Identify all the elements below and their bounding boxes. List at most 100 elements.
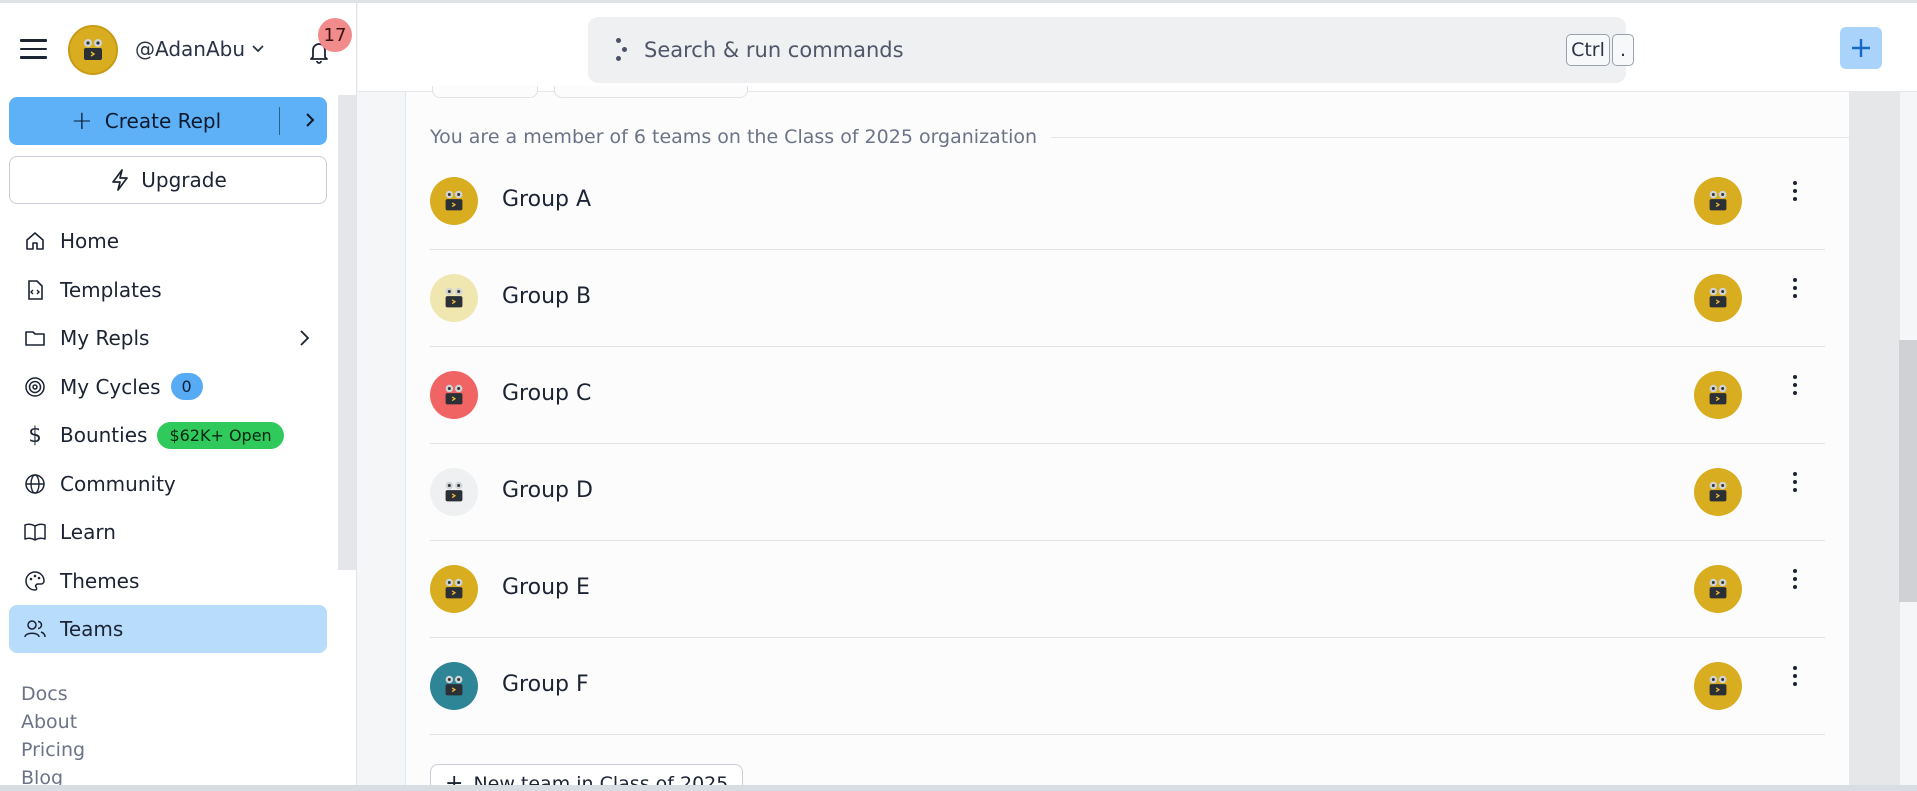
sidebar-item-home[interactable]: Home: [9, 217, 327, 265]
team-name[interactable]: Group E: [502, 575, 590, 600]
member-avatar[interactable]: [1694, 468, 1742, 516]
team-avatar[interactable]: [430, 274, 478, 322]
sidebar-item-teams[interactable]: Teams: [9, 605, 327, 653]
team-avatar[interactable]: [430, 371, 478, 419]
sidebar-item-label: Teams: [60, 617, 124, 641]
create-repl-button[interactable]: + Create Repl: [9, 97, 327, 145]
template-file-icon: [28, 279, 43, 300]
search-bar[interactable]: Search & run commands Ctrl .: [588, 17, 1634, 83]
upgrade-label: Upgrade: [141, 168, 227, 192]
member-avatar[interactable]: [1694, 662, 1742, 710]
robot-avatar-icon: [1709, 190, 1727, 211]
team-avatar[interactable]: [430, 468, 478, 516]
team-name[interactable]: Group F: [502, 672, 589, 697]
about-link[interactable]: About: [21, 708, 85, 736]
chevron-down-icon: [252, 45, 264, 53]
username-dropdown[interactable]: @AdanAbu: [135, 37, 265, 61]
robot-avatar-icon: [1709, 481, 1727, 502]
folder-icon: [25, 331, 45, 346]
search-placeholder: Search & run commands: [644, 38, 904, 62]
membership-summary: You are a member of 6 teams on the Class…: [430, 126, 1854, 148]
lightning-icon: [112, 169, 129, 191]
filter-chip[interactable]: [432, 86, 538, 98]
ctrl-key-hint: Ctrl: [1566, 34, 1610, 66]
sidebar-item-label: Bounties: [60, 423, 148, 447]
book-icon: [24, 523, 46, 541]
create-repl-label: Create Repl: [104, 109, 222, 133]
robot-avatar-icon: [445, 287, 463, 308]
user-avatar[interactable]: [68, 25, 118, 75]
member-avatar[interactable]: [1694, 177, 1742, 225]
chevron-right-icon[interactable]: [293, 327, 315, 349]
dollar-icon: $: [28, 423, 42, 447]
robot-avatar-icon: [84, 39, 102, 60]
cycles-spiral-icon: [25, 376, 45, 397]
team-row[interactable]: Group A: [430, 153, 1825, 250]
sidebar-scrollbar[interactable]: [338, 95, 356, 570]
sidebar-item-templates[interactable]: Templates: [9, 266, 327, 314]
more-options-icon[interactable]: [1788, 369, 1802, 401]
team-row[interactable]: Group F: [430, 638, 1825, 735]
sidebar-nav: Home Templates My Repls My Cycles 0 $ Bo…: [9, 217, 327, 654]
team-name[interactable]: Group D: [502, 478, 593, 503]
sidebar-item-my-repls[interactable]: My Repls: [9, 314, 327, 362]
chevron-right-icon[interactable]: [299, 109, 321, 131]
robot-avatar-icon: [445, 675, 463, 696]
team-avatar[interactable]: [430, 565, 478, 613]
team-name[interactable]: Group C: [502, 381, 591, 406]
more-options-icon[interactable]: [1788, 563, 1802, 595]
plus-icon: [1852, 39, 1870, 57]
sidebar-item-label: My Cycles: [60, 374, 161, 399]
notification-count-badge[interactable]: 17: [318, 18, 352, 52]
robot-avatar-icon: [445, 481, 463, 502]
filter-chip[interactable]: [554, 86, 748, 98]
cycles-count-badge: 0: [170, 373, 203, 400]
plus-icon: +: [71, 106, 93, 136]
member-avatar[interactable]: [1694, 371, 1742, 419]
sidebar: @AdanAbu 17 + Create Repl Upgrade Home T…: [0, 3, 357, 788]
robot-avatar-icon: [1709, 578, 1727, 599]
period-key-hint: .: [1612, 34, 1634, 66]
upgrade-button[interactable]: Upgrade: [9, 156, 327, 204]
create-new-button[interactable]: [1840, 27, 1882, 69]
top-header: Search & run commands Ctrl .: [358, 3, 1917, 92]
more-options-icon[interactable]: [1788, 272, 1802, 304]
team-row[interactable]: Group C: [430, 347, 1825, 444]
team-row[interactable]: Group E: [430, 541, 1825, 638]
robot-avatar-icon: [445, 578, 463, 599]
sidebar-item-themes[interactable]: Themes: [9, 557, 327, 605]
more-options-icon[interactable]: [1788, 175, 1802, 207]
sidebar-item-bounties[interactable]: $ Bounties $62K+ Open: [9, 411, 327, 459]
more-options-icon[interactable]: [1788, 466, 1802, 498]
robot-avatar-icon: [445, 190, 463, 211]
team-name[interactable]: Group A: [502, 187, 591, 212]
sidebar-item-label: My Repls: [60, 326, 150, 350]
pricing-link[interactable]: Pricing: [21, 736, 85, 764]
member-avatar[interactable]: [1694, 274, 1742, 322]
docs-link[interactable]: Docs: [21, 680, 85, 708]
username-label: @AdanAbu: [135, 37, 246, 61]
robot-avatar-icon: [1709, 287, 1727, 308]
more-options-icon[interactable]: [1788, 660, 1802, 692]
teams-panel: You are a member of 6 teams on the Class…: [405, 86, 1854, 791]
people-icon: [24, 620, 46, 638]
divider: [1051, 136, 1854, 138]
page-scrollbar-track[interactable]: [1850, 92, 1900, 791]
hamburger-menu-icon[interactable]: [20, 39, 47, 59]
sidebar-item-my-cycles[interactable]: My Cycles 0: [9, 363, 327, 411]
team-row[interactable]: Group B: [430, 250, 1825, 347]
robot-avatar-icon: [445, 384, 463, 405]
globe-icon: [25, 473, 45, 494]
home-icon: [26, 232, 44, 250]
team-name[interactable]: Group B: [502, 284, 591, 309]
member-avatar[interactable]: [1694, 565, 1742, 613]
create-repl-divider: [279, 107, 280, 135]
sidebar-item-community[interactable]: Community: [9, 460, 327, 508]
team-row[interactable]: Group D: [430, 444, 1825, 541]
sidebar-item-label: Templates: [60, 277, 162, 302]
team-avatar[interactable]: [430, 177, 478, 225]
palette-icon: [25, 570, 45, 591]
sidebar-item-learn[interactable]: Learn: [9, 508, 327, 556]
page-scrollbar-thumb[interactable]: [1899, 340, 1917, 602]
team-avatar[interactable]: [430, 662, 478, 710]
